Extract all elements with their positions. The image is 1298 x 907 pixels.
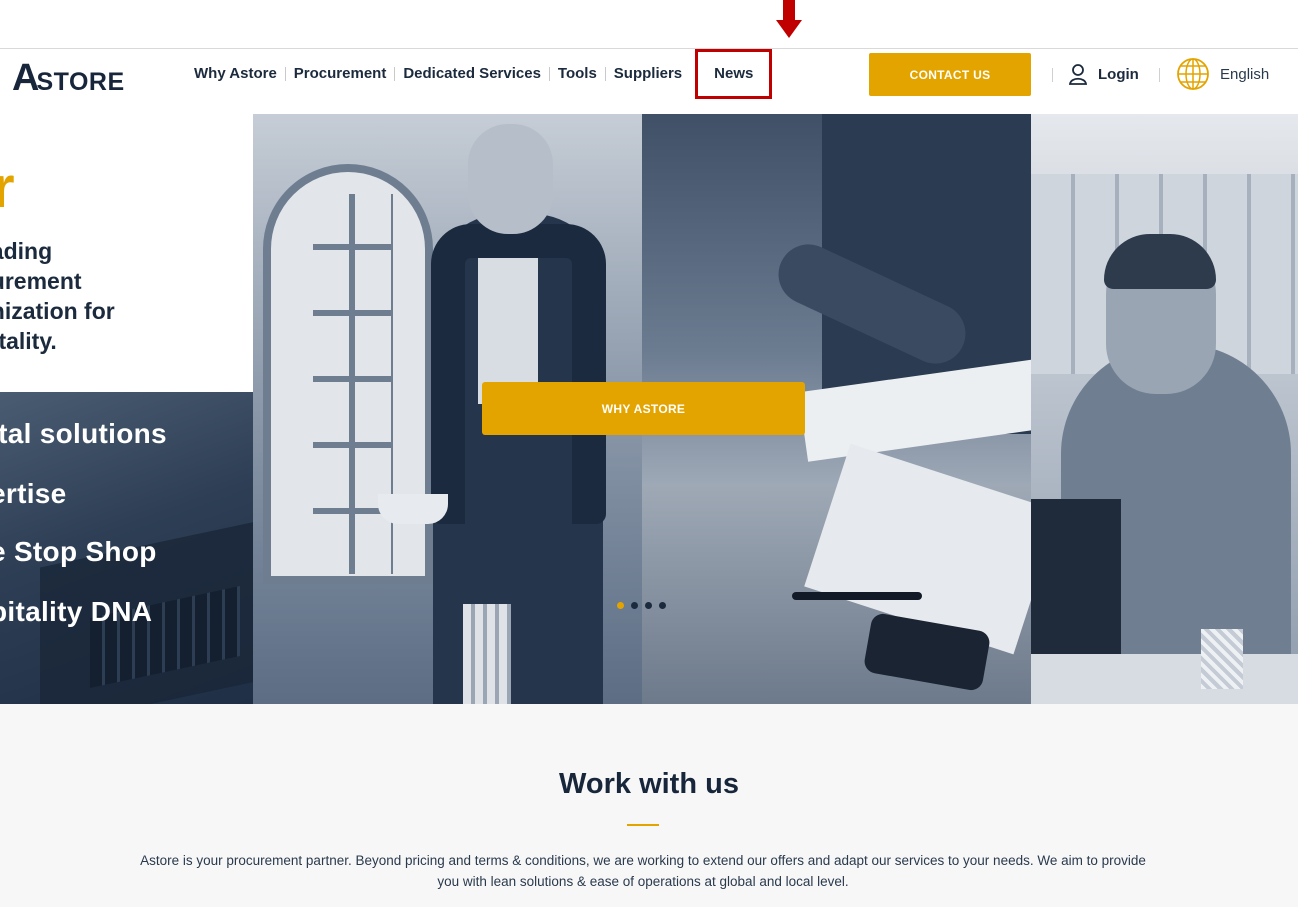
work-with-us-section: Work with us Astore is your procurement … [0,704,1298,907]
astore-logo[interactable]: A STORE [12,57,125,99]
waiter-head [468,124,553,234]
carousel-dots [617,602,666,609]
nav-news[interactable]: News [695,49,773,99]
login-label: Login [1098,65,1139,83]
hero-accent-text: r [0,155,15,220]
laptop [1031,499,1121,669]
annotation-arrow-head [776,20,802,38]
logo-text: STORE [36,68,125,96]
language-label: English [1220,65,1270,83]
section-description: Astore is your procurement partner. Beyo… [140,853,1146,889]
annotation-arrow-shaft [783,0,795,22]
site-header: A STORE Why Astore Procurement Dedicated… [0,49,1298,114]
logo-letter: A [12,57,39,99]
carousel-dot-1[interactable] [617,602,624,609]
benefit-one-stop-shop: e Stop Shop [0,536,157,567]
title-underline [627,824,659,826]
language-selector[interactable]: English [1176,57,1269,91]
pen [792,592,922,600]
nav-dedicated-services[interactable]: Dedicated Services [395,65,549,83]
nav-suppliers[interactable]: Suppliers [606,65,690,83]
annotation-arrow [776,0,802,40]
hero-carousel: r eading curement anization for pitality… [0,114,1298,704]
benefit-digital-solutions: ital solutions [0,418,167,449]
carousel-dot-3[interactable] [645,602,652,609]
coffee-cup [378,494,448,524]
hero-tagline: eading curement anization for pitality. [0,238,115,354]
patterned-glass [463,604,511,704]
why-astore-button[interactable]: WHY ASTORE [482,382,805,435]
hero-intro-panel: r eading curement anization for pitality… [0,114,253,392]
window-frame [313,194,393,574]
benefit-expertise: ertise [0,478,67,509]
nav-why-astore[interactable]: Why Astore [186,65,285,83]
hero-benefits-panel: ital solutions ertise e Stop Shop pitali… [0,392,280,704]
pencil-cup [1201,629,1243,689]
login-link[interactable]: Login [1068,61,1139,87]
header-separator [1052,68,1053,82]
globe-icon [1177,58,1209,90]
contact-us-button[interactable]: CONTACT US [869,53,1031,96]
waiter-vest [431,224,606,524]
desk [1031,654,1298,704]
nav-tools[interactable]: Tools [550,65,605,83]
benefit-hospitality-dna: pitality DNA [0,596,153,627]
header-separator [1159,68,1160,82]
user-icon [1068,64,1088,85]
main-nav: Why Astore Procurement Dedicated Service… [186,49,773,99]
hero-photo-office [1031,114,1298,704]
section-title: Work with us [559,768,739,800]
nav-procurement[interactable]: Procurement [286,65,395,83]
carousel-dot-2[interactable] [631,602,638,609]
carousel-dot-4[interactable] [659,602,666,609]
